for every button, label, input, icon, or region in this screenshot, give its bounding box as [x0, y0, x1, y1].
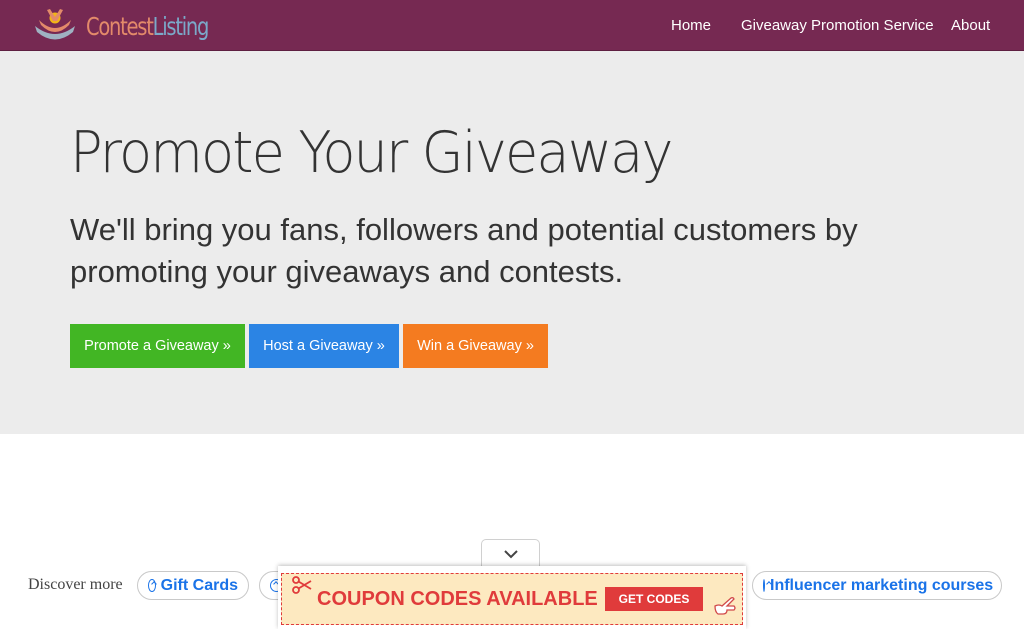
- scissors-icon: [292, 576, 312, 594]
- hero-subtitle: We'll bring you fans, followers and pote…: [70, 212, 858, 289]
- nav-giveaway-promotion-link[interactable]: Giveaway Promotion Service: [741, 0, 934, 50]
- navbar: ContestListing Home Giveaway Promotion S…: [0, 0, 1024, 51]
- pointing-hand-icon: [714, 597, 736, 615]
- brand-name: ContestListing: [86, 11, 209, 41]
- chip-label: Influencer marketing courses: [770, 576, 994, 594]
- chip-label: Gift Cards: [160, 576, 238, 594]
- get-codes-button[interactable]: GET CODES: [605, 587, 703, 611]
- nav-about-link[interactable]: About: [951, 0, 990, 50]
- discover-more-label: Discover more: [28, 576, 123, 593]
- hero-section: Promote Your Giveaway We'll bring you fa…: [0, 51, 1024, 434]
- win-giveaway-button[interactable]: Win a Giveaway »: [403, 324, 548, 368]
- coupon-ad-banner[interactable]: COUPON CODES AVAILABLE GET CODES: [278, 566, 746, 629]
- arrow-circle-icon: [148, 579, 156, 592]
- logo-mark-icon: [35, 9, 75, 40]
- discover-chip-gift-cards[interactable]: Gift Cards: [137, 571, 249, 600]
- chevron-down-icon: [503, 549, 518, 558]
- coupon-headline: COUPON CODES AVAILABLE: [317, 588, 598, 610]
- brand-logo[interactable]: ContestListing: [32, 5, 243, 47]
- hero-title: Promote Your Giveaway: [70, 120, 673, 186]
- host-giveaway-button[interactable]: Host a Giveaway »: [249, 324, 399, 368]
- promote-giveaway-button[interactable]: Promote a Giveaway »: [70, 324, 245, 368]
- discover-chip-influencer-courses[interactable]: Influencer marketing courses: [752, 571, 1002, 600]
- arrow-circle-icon: [763, 579, 765, 592]
- coupon-card: COUPON CODES AVAILABLE GET CODES: [281, 573, 743, 625]
- ad-collapse-tab[interactable]: [481, 539, 540, 567]
- nav-home-link[interactable]: Home: [671, 0, 711, 50]
